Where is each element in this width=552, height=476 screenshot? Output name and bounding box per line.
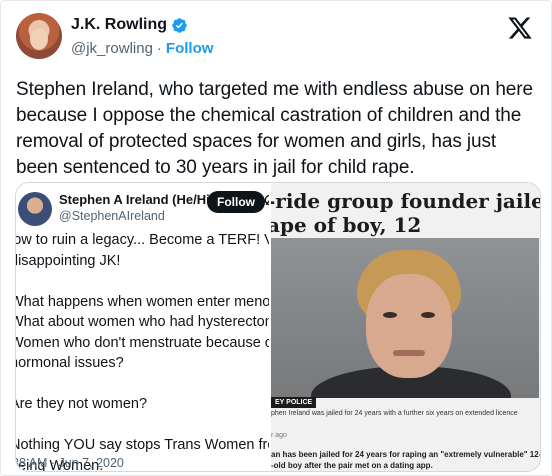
embedded-tweet-screenshot[interactable]: Stephen A Ireland (He/Hi... @StephenAIre… (16, 183, 271, 471)
embedded-paragraph: What happens when women enter menopause?… (16, 293, 271, 372)
embedded-avatar (18, 192, 52, 226)
author-avatar[interactable] (16, 13, 62, 59)
headline-line-1: -ride group founder jailed fo (271, 189, 540, 213)
tweet-text: Stephen Ireland, who targeted me with en… (16, 79, 533, 178)
embedded-author-handle: @StephenAIreland (59, 209, 165, 223)
grok-icon (264, 194, 269, 206)
mugshot-photo (271, 238, 539, 398)
embedded-timestamp: 38 AM · Jun 7, 2020 (16, 456, 124, 470)
author-name[interactable]: J.K. Rowling (71, 16, 167, 34)
embedded-paragraph: low to ruin a legacy... Become a TERF! V… (16, 232, 269, 269)
x-logo-icon[interactable] (507, 15, 533, 41)
author-name-row: J.K. Rowling (71, 16, 188, 34)
embedded-follow-button: Follow (207, 191, 265, 213)
article-time: r ago (271, 432, 287, 439)
verified-badge-icon (172, 17, 187, 33)
photo-caption: phen Ireland was jailed for 24 years wit… (271, 410, 518, 417)
author-handle[interactable]: @jk_rowling (71, 40, 153, 57)
photo-credit-tag: EY POLICE (271, 397, 317, 408)
tweet-card: J.K. Rowling @jk_rowling · Follow Stephe… (0, 0, 552, 476)
headline-line-2: ape of boy, 12 (271, 213, 422, 237)
embedded-tweet-body: low to ruin a legacy... Become a TERF! V… (16, 230, 271, 471)
mugshot-mouth (393, 350, 425, 356)
embedded-author-name: Stephen A Ireland (He/Hi... (59, 192, 221, 207)
mugshot-eye (421, 312, 435, 318)
author-handle-row: @jk_rowling · Follow (71, 40, 213, 57)
news-headline: -ride group founder jailed fo ape of boy… (271, 189, 540, 237)
mugshot-eye (383, 312, 397, 318)
article-standfirst: an has been jailed for 24 years for rapi… (271, 450, 540, 470)
mugshot-face (366, 274, 452, 378)
media-grid: Stephen A Ireland (He/Hi... @StephenAIre… (15, 182, 541, 472)
embedded-paragraph: Are they not women? (16, 396, 148, 412)
separator-dot: · (156, 40, 162, 57)
follow-link[interactable]: Follow (166, 40, 214, 57)
news-article-screenshot[interactable]: -ride group founder jailed fo ape of boy… (271, 183, 540, 471)
